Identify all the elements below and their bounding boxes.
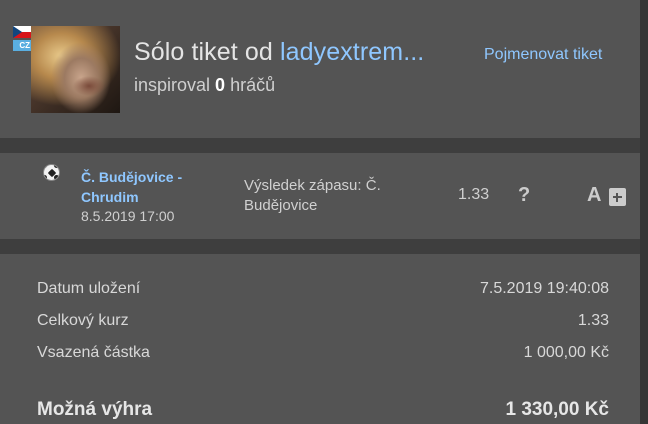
stake-value: 1 000,00 Kč bbox=[523, 344, 609, 361]
inspired-prefix: inspiroval bbox=[134, 75, 216, 95]
stake-label: Vsazená částka bbox=[37, 344, 150, 361]
title-prefix: Sólo tiket od bbox=[134, 38, 280, 66]
ticket-header: CZ Sólo tiket od ladyextrem... Pojmenova… bbox=[0, 0, 640, 138]
czech-flag-icon bbox=[13, 26, 31, 38]
possible-win-label: Možná výhra bbox=[37, 399, 153, 420]
bet-odds: 1.33 bbox=[458, 186, 490, 203]
right-edge-strip bbox=[640, 0, 648, 424]
match-row: Č. Budějovice - Chrudim 8.5.2019 17:00 V… bbox=[0, 153, 640, 239]
pending-status-icon: ? bbox=[518, 184, 531, 206]
saved-date-value: 7.5.2019 19:40:08 bbox=[479, 280, 609, 297]
saved-date-label: Datum uložení bbox=[37, 280, 141, 297]
match-datetime: 8.5.2019 17:00 bbox=[81, 208, 175, 224]
username-link[interactable]: ladyextrem... bbox=[280, 38, 424, 66]
possible-win-value: 1 330,00 Kč bbox=[505, 399, 609, 420]
soccer-ball-icon bbox=[43, 164, 60, 181]
ticket-title: Sólo tiket od ladyextrem... bbox=[134, 38, 424, 67]
total-odds-label: Celkový kurz bbox=[37, 312, 129, 329]
inspired-suffix: hráčů bbox=[225, 75, 276, 95]
country-code-badge: CZ bbox=[13, 40, 31, 51]
ticket-summary: Datum uložení 7.5.2019 19:40:08 Celkový … bbox=[0, 254, 640, 424]
rename-ticket-link[interactable]: Pojmenovat tiket bbox=[484, 46, 602, 64]
inspired-count-text: inspiroval 0 hráčů bbox=[134, 75, 275, 96]
expand-plus-icon[interactable] bbox=[609, 188, 626, 206]
bet-type-label: A bbox=[587, 184, 602, 206]
match-teams-link[interactable]: Č. Budějovice - Chrudim bbox=[81, 167, 211, 207]
total-odds-value: 1.33 bbox=[577, 312, 609, 329]
bet-selection: Výsledek zápasu: Č. Budějovice bbox=[244, 177, 381, 214]
user-avatar[interactable] bbox=[31, 26, 120, 113]
inspired-count: 0 bbox=[215, 75, 226, 95]
